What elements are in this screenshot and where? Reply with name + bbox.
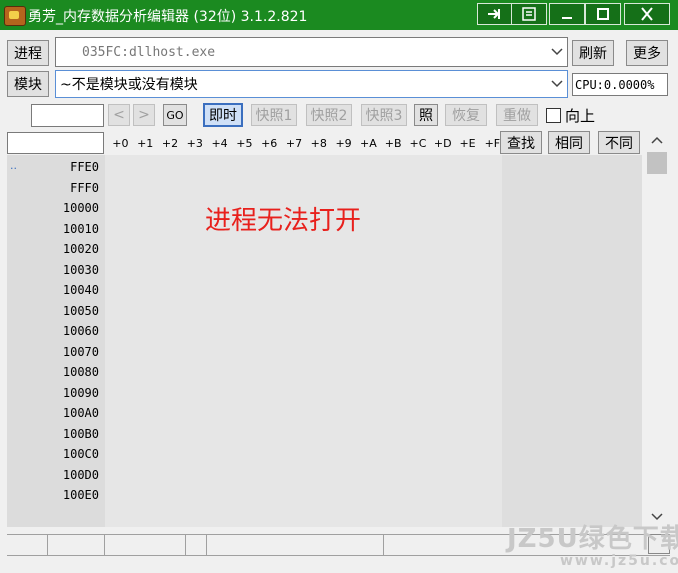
minimize-button[interactable] [549, 3, 585, 25]
find-button[interactable]: 查找 [500, 131, 542, 154]
snapshot2-button[interactable]: 快照2 [306, 104, 352, 126]
redo-button[interactable]: 重做 [496, 104, 538, 126]
address-input[interactable] [31, 104, 104, 127]
options-button[interactable] [511, 3, 547, 25]
scroll-thumb[interactable] [647, 152, 667, 174]
offset-label: +2 [161, 137, 179, 150]
offset-label: +A [359, 137, 377, 150]
ascii-view[interactable] [502, 155, 642, 527]
offset-label: +D [433, 137, 452, 150]
offset-label: +6 [261, 137, 278, 150]
process-combo[interactable]: 035FC:dllhost.exe [55, 37, 568, 67]
pin-icon [488, 9, 500, 19]
offset-label: +C [409, 137, 427, 150]
address-row: 10010 [62, 221, 99, 236]
address-row: 10090 [62, 385, 99, 400]
watermark-logo: JZ5U绿色下载 [507, 524, 678, 554]
more-button[interactable]: 更多 [626, 40, 668, 66]
chevron-up-icon[interactable] [651, 136, 663, 144]
offset-label: +4 [211, 137, 228, 150]
pin-button[interactable] [477, 3, 513, 25]
restore-button[interactable]: 恢复 [445, 104, 487, 126]
error-message: 进程无法打开 [205, 206, 362, 236]
watermark-url: www.jz5u.com [560, 553, 678, 569]
window-title: 勇芳_内存数据分析编辑器 (32位) 3.1.2.821 [28, 9, 308, 25]
offset-label: +5 [236, 137, 253, 150]
status-cell [185, 535, 207, 555]
address-row: 100D0 [62, 467, 99, 482]
snapshot-button[interactable]: 照 [414, 104, 438, 126]
snapshot3-button[interactable]: 快照3 [361, 104, 407, 126]
module-combo[interactable]: ~不是模块或没有模块 [55, 70, 568, 98]
search-input[interactable] [7, 132, 104, 154]
offset-label: +B [384, 137, 402, 150]
address-row: FFE0 [70, 160, 99, 174]
address-row: 10070 [62, 344, 99, 359]
address-row: FFF0 [70, 180, 99, 195]
address-row: 10020 [62, 242, 99, 256]
back-button[interactable]: < [108, 104, 130, 126]
address-row: 100B0 [62, 426, 99, 441]
address-column: .. FFE0 FFF0 10000 10010 10020 10030 10040 1005… [7, 155, 105, 527]
offset-label: +8 [310, 137, 327, 150]
address-row: 100A0 [62, 406, 99, 420]
status-cell [206, 535, 384, 555]
process-combo-value: 035FC:dllhost.exe [82, 44, 216, 60]
minimize-icon [562, 17, 572, 19]
upward-checkbox[interactable] [546, 108, 561, 123]
realtime-button[interactable]: 即时 [203, 103, 243, 127]
app-icon [4, 6, 26, 26]
status-cell [104, 535, 186, 555]
different-button[interactable]: 不同 [598, 131, 640, 154]
title-bar: 勇芳_内存数据分析编辑器 (32位) 3.1.2.821 [0, 0, 678, 30]
offset-label: +9 [335, 137, 352, 150]
module-button[interactable]: 模块 [7, 71, 49, 97]
offset-label: +7 [285, 137, 303, 150]
status-cell [47, 535, 105, 555]
offset-label: +3 [186, 137, 203, 150]
address-row: 10080 [62, 365, 99, 379]
address-row: 10040 [62, 283, 99, 297]
address-row: 10000 [62, 201, 99, 215]
offset-header: +0 +1 +2 +3 +4 +5 +6 +7 +8 +9 +A +B +C +D +E +F [108, 134, 505, 154]
close-button[interactable] [624, 3, 670, 25]
address-row: 10030 [62, 262, 99, 277]
maximize-button[interactable] [585, 3, 621, 25]
snapshot1-button[interactable]: 快照1 [251, 104, 297, 126]
offset-label: +E [459, 137, 476, 150]
address-row: 10060 [62, 324, 99, 338]
address-row: 100C0 [62, 447, 99, 461]
status-cell [7, 535, 48, 555]
offset-label: +1 [137, 137, 154, 150]
refresh-button[interactable]: 刷新 [572, 40, 614, 66]
cpu-usage: CPU:0.0000% [572, 73, 668, 96]
address-row: 10050 [62, 303, 99, 318]
same-button[interactable]: 相同 [548, 131, 590, 154]
maximize-icon [597, 8, 609, 20]
chevron-down-icon [551, 80, 563, 88]
chevron-down-icon [551, 48, 563, 56]
module-combo-value: ~不是模块或没有模块 [60, 77, 198, 93]
offset-label: +0 [112, 137, 129, 150]
forward-button[interactable]: > [133, 104, 155, 126]
vertical-scrollbar[interactable] [644, 132, 670, 527]
upward-label: 向上 [565, 107, 596, 125]
window-menu-icon [522, 7, 536, 21]
address-row: 100E0 [62, 488, 99, 502]
go-button[interactable]: GO [163, 104, 187, 126]
process-button[interactable]: 进程 [7, 40, 49, 66]
close-icon [641, 7, 653, 21]
